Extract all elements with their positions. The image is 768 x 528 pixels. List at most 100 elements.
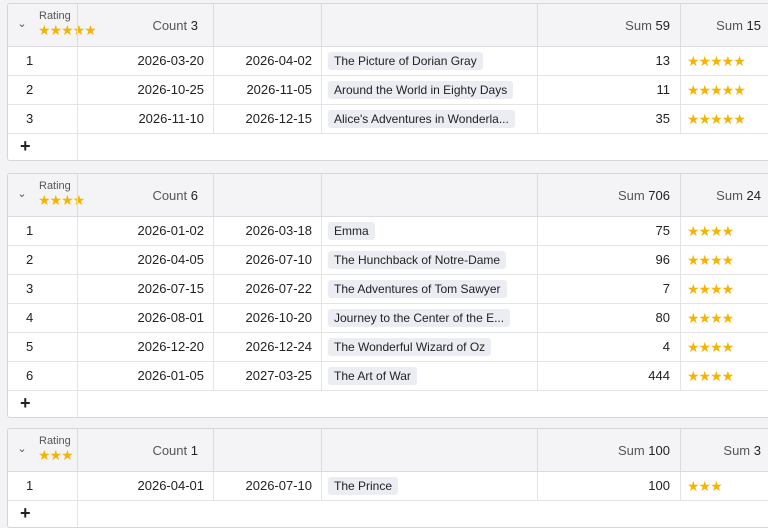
table-row[interactable]: 2 2026-04-05 2026-07-10 The Hunchback of… (8, 246, 768, 275)
table-row[interactable]: 1 2026-01-02 2026-03-18 Emma 75 ★★★★ (8, 217, 768, 246)
end-date-cell[interactable]: 2026-12-24 (246, 333, 313, 361)
title-chip[interactable]: The Hunchback of Notre-Dame (328, 251, 507, 269)
number-cell[interactable]: 100 (648, 472, 670, 500)
chevron-down-icon[interactable]: ⌄ (15, 17, 29, 31)
group-rating-stars: ★★★ (38, 447, 74, 463)
number-cell[interactable]: 75 (656, 217, 670, 245)
number-cell[interactable]: 80 (656, 304, 670, 332)
end-date-cell[interactable]: 2026-07-10 (246, 472, 313, 500)
rating-sum-summary[interactable]: Sum 15 (716, 18, 761, 33)
chevron-down-icon[interactable]: ⌄ (15, 187, 29, 201)
rating-stars-cell[interactable]: ★★★★★ (687, 76, 746, 104)
group-field-label: Rating (39, 435, 71, 447)
start-date-cell[interactable]: 2026-01-02 (138, 217, 205, 245)
row-index: 3 (26, 111, 34, 126)
group-rating-stars: ★★★★★ (38, 22, 97, 38)
group-field-label: Rating (39, 180, 71, 192)
row-index: 2 (26, 252, 34, 267)
row-index: 1 (26, 478, 34, 493)
number-cell[interactable]: 444 (648, 362, 670, 390)
end-date-cell[interactable]: 2026-12-15 (246, 105, 313, 133)
table-row[interactable]: 3 2026-11-10 2026-12-15 Alice's Adventur… (8, 105, 768, 134)
rating-stars-cell[interactable]: ★★★★ (687, 275, 734, 303)
number-cell[interactable]: 4 (663, 333, 670, 361)
rating-stars-cell[interactable]: ★★★★ (687, 217, 734, 245)
number-sum-summary[interactable]: Sum 706 (618, 188, 670, 203)
title-chip[interactable]: The Wonderful Wizard of Oz (328, 338, 492, 356)
end-date-cell[interactable]: 2027-03-25 (246, 362, 313, 390)
number-sum-summary[interactable]: Sum 100 (618, 443, 670, 458)
table-row[interactable]: 2 2026-10-25 2026-11-05 Around the World… (8, 76, 768, 105)
row-index: 2 (26, 82, 34, 97)
start-date-cell[interactable]: 2026-03-20 (138, 47, 205, 75)
add-row[interactable]: + (8, 501, 768, 527)
add-row[interactable]: + (8, 134, 768, 160)
end-date-cell[interactable]: 2026-11-05 (246, 76, 312, 104)
title-chip[interactable]: The Picture of Dorian Gray (328, 52, 483, 70)
add-row-button[interactable]: + (20, 393, 31, 413)
table-row[interactable]: 5 2026-12-20 2026-12-24 The Wonderful Wi… (8, 333, 768, 362)
rating-group: ⌄ Rating ★★★ Count 1 Sum 100 Sum 3 1 202… (7, 428, 768, 528)
rating-stars-cell[interactable]: ★★★★ (687, 362, 734, 390)
number-sum-summary[interactable]: Sum 59 (625, 18, 670, 33)
title-chip[interactable]: Journey to the Center of the E... (328, 309, 511, 327)
start-date-cell[interactable]: 2026-11-10 (138, 105, 204, 133)
start-date-cell[interactable]: 2026-12-20 (138, 333, 205, 361)
title-chip[interactable]: Around the World in Eighty Days (328, 81, 514, 99)
rating-stars-cell[interactable]: ★★★★★ (687, 47, 746, 75)
number-cell[interactable]: 96 (656, 246, 670, 274)
table-row[interactable]: 4 2026-08-01 2026-10-20 Journey to the C… (8, 304, 768, 333)
end-date-cell[interactable]: 2026-03-18 (246, 217, 313, 245)
rating-stars-cell[interactable]: ★★★★ (687, 333, 734, 361)
count-summary[interactable]: Count 3 (152, 18, 198, 33)
rating-group: ⌄ Rating ★★★★★ Count 3 Sum 59 Sum 15 1 2… (7, 3, 768, 161)
start-date-cell[interactable]: 2026-10-25 (138, 76, 205, 104)
group-rows: 1 2026-04-01 2026-07-10 The Prince 100 ★… (8, 472, 768, 501)
start-date-cell[interactable]: 2026-04-05 (138, 246, 205, 274)
start-date-cell[interactable]: 2026-04-01 (138, 472, 205, 500)
title-chip[interactable]: The Adventures of Tom Sawyer (328, 280, 507, 298)
title-chip[interactable]: The Art of War (328, 367, 417, 385)
rating-stars-cell[interactable]: ★★★★ (687, 246, 734, 274)
row-index: 6 (26, 368, 34, 383)
rating-group: ⌄ Rating ★★★★ Count 6 Sum 706 Sum 24 1 2… (7, 173, 768, 418)
number-cell[interactable]: 35 (656, 105, 670, 133)
chevron-down-icon[interactable]: ⌄ (15, 442, 29, 456)
group-field-label: Rating (39, 10, 71, 22)
add-row-button[interactable]: + (20, 503, 31, 523)
start-date-cell[interactable]: 2026-07-15 (138, 275, 205, 303)
rating-sum-summary[interactable]: Sum 24 (716, 188, 761, 203)
start-date-cell[interactable]: 2026-01-05 (138, 362, 205, 390)
number-cell[interactable]: 11 (657, 76, 671, 104)
group-rows: 1 2026-03-20 2026-04-02 The Picture of D… (8, 47, 768, 134)
table-row[interactable]: 1 2026-04-01 2026-07-10 The Prince 100 ★… (8, 472, 768, 501)
count-summary[interactable]: Count 6 (152, 188, 198, 203)
table-row[interactable]: 6 2026-01-05 2027-03-25 The Art of War 4… (8, 362, 768, 391)
table-row[interactable]: 3 2026-07-15 2026-07-22 The Adventures o… (8, 275, 768, 304)
number-cell[interactable]: 7 (663, 275, 670, 303)
title-chip[interactable]: The Prince (328, 477, 399, 495)
count-summary[interactable]: Count 1 (152, 443, 198, 458)
row-index: 1 (26, 223, 34, 238)
row-index: 3 (26, 281, 34, 296)
rating-stars-cell[interactable]: ★★★★★ (687, 105, 746, 133)
title-chip[interactable]: Alice's Adventures in Wonderla... (328, 110, 515, 128)
add-row[interactable]: + (8, 391, 768, 417)
group-rows: 1 2026-01-02 2026-03-18 Emma 75 ★★★★ 2 2… (8, 217, 768, 391)
number-cell[interactable]: 13 (656, 47, 670, 75)
end-date-cell[interactable]: 2026-07-22 (246, 275, 313, 303)
start-date-cell[interactable]: 2026-08-01 (138, 304, 205, 332)
end-date-cell[interactable]: 2026-10-20 (246, 304, 313, 332)
group-header: ⌄ Rating ★★★★ Count 6 Sum 706 Sum 24 (8, 174, 768, 217)
end-date-cell[interactable]: 2026-07-10 (246, 246, 313, 274)
title-chip[interactable]: Emma (328, 222, 375, 240)
row-index: 1 (26, 53, 34, 68)
add-row-button[interactable]: + (20, 136, 31, 156)
row-index: 5 (26, 339, 34, 354)
rating-stars-cell[interactable]: ★★★★ (687, 304, 734, 332)
table-row[interactable]: 1 2026-03-20 2026-04-02 The Picture of D… (8, 47, 768, 76)
end-date-cell[interactable]: 2026-04-02 (246, 47, 313, 75)
rating-stars-cell[interactable]: ★★★ (687, 472, 723, 500)
rating-sum-summary[interactable]: Sum 3 (723, 443, 761, 458)
group-header: ⌄ Rating ★★★ Count 1 Sum 100 Sum 3 (8, 429, 768, 472)
